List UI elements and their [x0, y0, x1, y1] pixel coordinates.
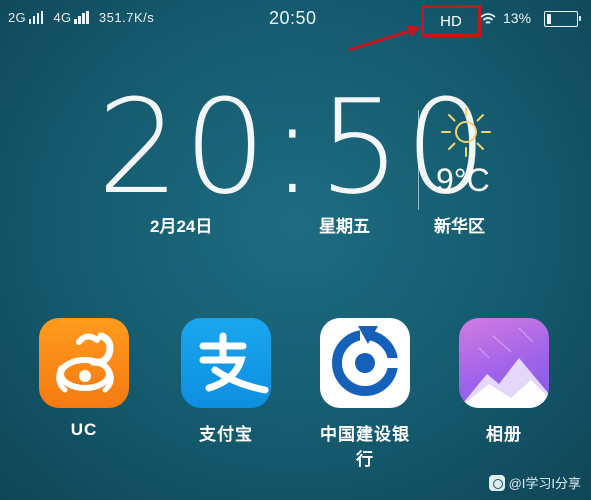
alipay-icon[interactable]	[181, 318, 271, 408]
temperature[interactable]: 9°C	[436, 162, 490, 199]
wifi-icon	[480, 13, 496, 24]
app-uc[interactable]: UC	[34, 318, 134, 440]
sun-icon[interactable]	[438, 104, 494, 160]
network-4g: 4G	[53, 10, 94, 25]
status-bar: 2G 4G 351.7K/s 20:50 HD 13%	[0, 0, 591, 40]
status-left-group: 2G 4G 351.7K/s	[8, 10, 154, 25]
battery-level-fill	[547, 14, 551, 24]
clock-weather-divider	[418, 110, 419, 210]
app-ccb[interactable]: 中国建设银行	[315, 318, 415, 470]
network-speed: 351.7K/s	[98, 10, 155, 25]
weekday-text: 星期五	[319, 217, 370, 236]
ccb-bank-icon[interactable]	[320, 318, 410, 408]
app-label: 支付宝	[199, 425, 253, 444]
battery-icon	[544, 11, 581, 27]
uc-browser-icon[interactable]	[39, 318, 129, 408]
app-label: UC	[70, 420, 98, 439]
battery-percent: 13%	[503, 10, 532, 26]
app-label: 中国建设银行	[320, 425, 410, 469]
hd-label: HD	[440, 12, 462, 30]
date-text: 2月24日	[150, 217, 213, 236]
app-alipay[interactable]: 支付宝	[176, 318, 276, 445]
network-4g-label: 4G	[53, 10, 72, 25]
hd-indicator-highlight: HD	[421, 5, 481, 37]
lock-clock-time: 20:50	[97, 71, 492, 223]
network-2g: 2G	[8, 10, 49, 25]
watermark: @I学习I分享	[488, 473, 581, 492]
status-time: 20:50	[269, 8, 317, 28]
arrow-icon	[348, 25, 421, 52]
network-2g-label: 2G	[8, 10, 26, 25]
watermark-text: @I学习I分享	[508, 476, 581, 491]
signal-icon	[28, 11, 44, 24]
gallery-icon[interactable]	[459, 318, 549, 408]
lock-clock: 20:50	[97, 82, 488, 212]
signal-icon	[74, 11, 89, 24]
watermark-icon	[488, 474, 505, 491]
app-gallery[interactable]: 相册	[454, 318, 554, 445]
date-line: 2月24日 星期五	[150, 212, 370, 237]
app-label: 相册	[486, 425, 522, 444]
district-name[interactable]: 新华区	[434, 212, 485, 237]
